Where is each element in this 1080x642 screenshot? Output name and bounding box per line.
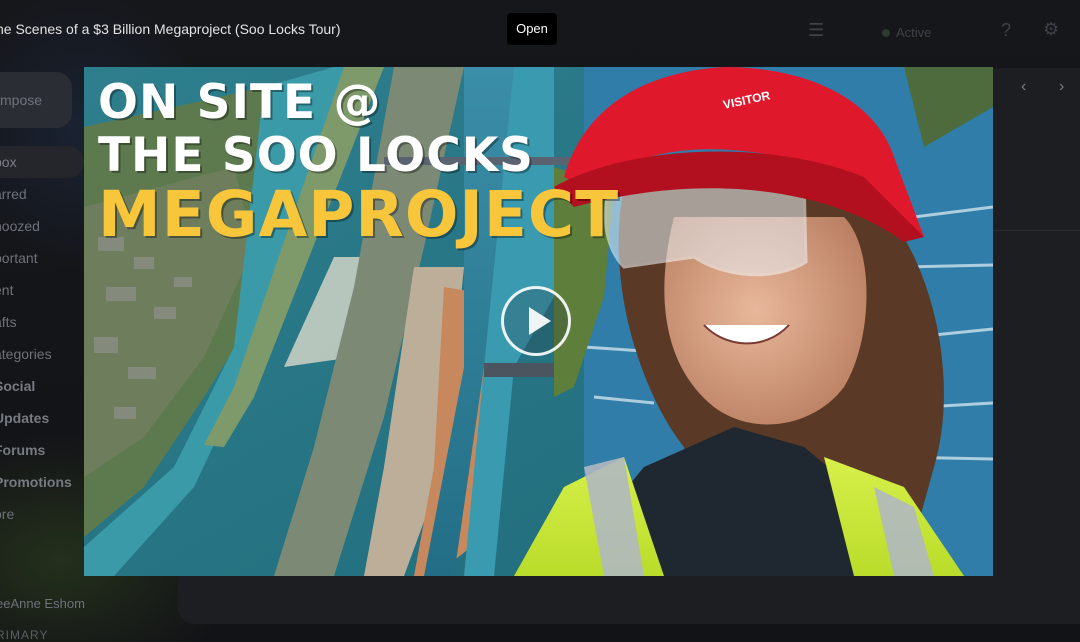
sidebar-item-starred[interactable]: arred xyxy=(0,178,84,210)
sidebar-item-promotions[interactable]: Promotions xyxy=(0,466,84,498)
headline-line-3: MEGAPROJECT xyxy=(98,178,620,251)
sidebar-user-name[interactable]: eeAnne Eshom xyxy=(0,596,85,611)
sidebar-item-social[interactable]: Social xyxy=(0,370,84,402)
screen: mpose box arred noozed portant ent afts … xyxy=(0,0,1080,642)
sidebar-item-important[interactable]: portant xyxy=(0,242,84,274)
status-indicator[interactable]: Active xyxy=(880,22,931,44)
status-label: Active xyxy=(896,25,932,40)
sidebar: box arred noozed portant ent afts ategor… xyxy=(0,146,84,530)
chevron-right-icon[interactable]: › xyxy=(1059,78,1064,96)
play-button[interactable] xyxy=(501,286,571,356)
headline-line-1: ON SITE @ xyxy=(98,75,382,130)
chevron-left-icon[interactable]: ‹ xyxy=(1021,78,1026,96)
video-thumbnail[interactable]: VISITOR ON SITE @ THE SOO LOCKS MEGAPROJ… xyxy=(84,67,993,576)
video-title: he Scenes of a $3 Billion Megaproject (S… xyxy=(0,21,341,37)
headline-line-2: THE SOO LOCKS xyxy=(98,128,534,183)
thumbnail-headline: ON SITE @ THE SOO LOCKS MEGAPROJECT xyxy=(98,79,619,246)
sidebar-item-updates[interactable]: Updates xyxy=(0,402,84,434)
sidebar-item-sent[interactable]: ent xyxy=(0,274,84,306)
sidebar-item-categories[interactable]: ategories xyxy=(0,338,84,370)
filter-icon[interactable]: ☰ xyxy=(808,20,824,41)
settings-gear-icon[interactable]: ⚙ xyxy=(1043,19,1059,40)
open-button[interactable]: Open xyxy=(507,13,557,45)
play-icon xyxy=(529,307,551,335)
compose-button[interactable]: mpose xyxy=(0,72,72,128)
sidebar-item-inbox[interactable]: box xyxy=(0,146,84,178)
status-dot-icon xyxy=(882,29,890,37)
sidebar-item-forums[interactable]: Forums xyxy=(0,434,84,466)
panel-divider xyxy=(990,230,1080,231)
sidebar-item-snoozed[interactable]: noozed xyxy=(0,210,84,242)
sidebar-section-label: RIMARY xyxy=(0,628,49,642)
help-icon[interactable]: ? xyxy=(1001,20,1011,41)
sidebar-item-more[interactable]: ore xyxy=(0,498,84,530)
sidebar-item-drafts[interactable]: afts xyxy=(0,306,84,338)
